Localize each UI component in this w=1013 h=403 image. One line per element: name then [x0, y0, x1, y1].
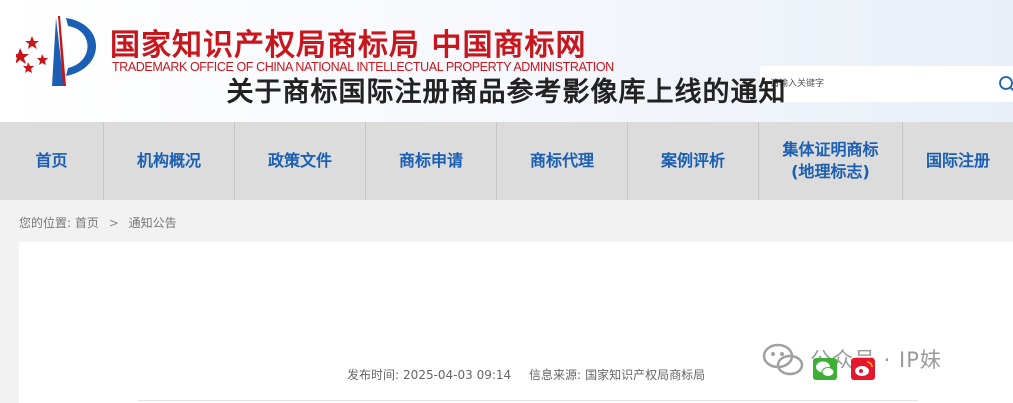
watermark: 公众号 · IP妹: [760, 336, 1013, 390]
breadcrumb-home-link[interactable]: 首页: [75, 216, 99, 230]
info-source: 信息来源: 国家知识产权局商标局: [529, 368, 705, 382]
weibo-share-icon[interactable]: [851, 358, 875, 380]
nav-item-cases[interactable]: 案例评析: [628, 122, 759, 200]
nav-item-collective-marks[interactable]: 集体证明商标 (地理标志): [759, 122, 903, 200]
wechat-official-account-icon: [762, 343, 804, 376]
main-nav: 首页 机构概况 政策文件 商标申请 商标代理 案例评析 集体证明商标 (地理标志…: [0, 122, 1013, 200]
article-title: 关于商标国际注册商品参考影像库上线的通知: [226, 77, 787, 108]
source-label: 信息来源:: [529, 368, 582, 382]
breadcrumb-current-link[interactable]: 通知公告: [129, 216, 177, 230]
meta-divider: [138, 400, 918, 401]
source-value: 国家知识产权局商标局: [585, 368, 706, 382]
breadcrumb-separator: >: [108, 216, 119, 230]
nav-item-home[interactable]: 首页: [0, 122, 104, 200]
breadcrumb-prefix: 您的位置:: [19, 216, 72, 230]
nav-item-organization[interactable]: 机构概况: [104, 122, 235, 200]
nav-item-application[interactable]: 商标申请: [366, 122, 497, 200]
breadcrumb: 您的位置: 首页 > 通知公告: [19, 214, 177, 231]
nav-item-international[interactable]: 国际注册: [903, 122, 1013, 200]
nav-item-agency[interactable]: 商标代理: [497, 122, 628, 200]
wechat-share-icon[interactable]: [813, 358, 837, 380]
article-meta: 发布时间: 2025-04-03 09:14 信息来源: 国家知识产权局商标局: [347, 366, 705, 383]
published-time: 发布时间: 2025-04-03 09:14: [347, 368, 511, 382]
site-title-cn: 国家知识产权局商标局 中国商标网: [110, 28, 587, 63]
published-label: 发布时间:: [347, 368, 400, 382]
published-value: 2025-04-03 09:14: [403, 368, 512, 382]
nav-item-policy[interactable]: 政策文件: [235, 122, 366, 200]
